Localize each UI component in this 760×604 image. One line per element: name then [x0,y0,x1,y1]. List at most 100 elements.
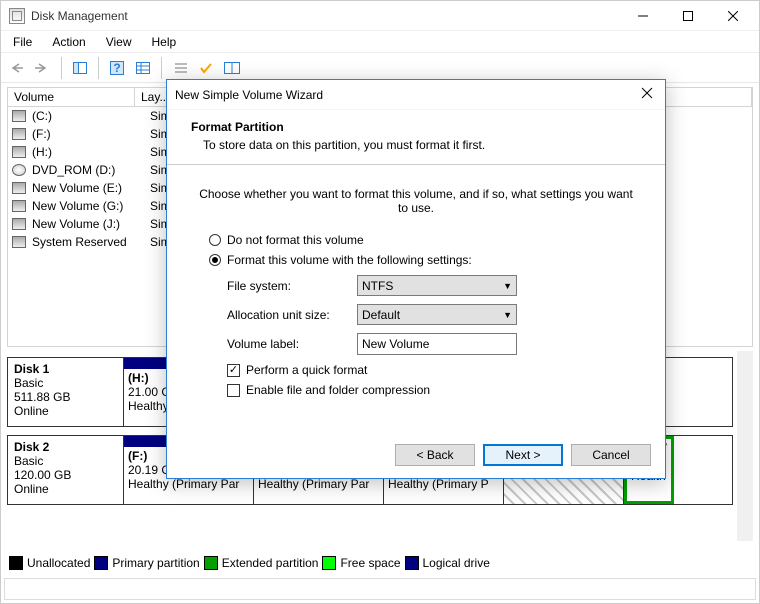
status-bar [4,578,756,600]
legend-swatch [405,556,419,570]
button-label: < Back [416,448,453,462]
drive-icon [12,236,26,248]
volume-name: (F:) [32,127,144,141]
dropdown-value: Default [362,308,400,322]
input-value: New Volume [362,337,429,351]
toolbar-divider [161,57,162,79]
dialog-body: Choose whether you want to format this v… [167,165,665,397]
toolbar-divider [98,57,99,79]
label-allocation: Allocation unit size: [227,308,357,322]
disc-icon [12,164,26,176]
toolbar-divider [61,57,62,79]
volume-name: New Volume (G:) [32,199,144,213]
partition-status: Healthy (Primary P [388,477,499,491]
forward-icon[interactable] [31,56,55,80]
drive-icon [12,182,26,194]
legend-swatch [94,556,108,570]
next-button[interactable]: Next > [483,444,563,466]
menu-action[interactable]: Action [52,35,85,49]
dialog-buttons: < Back Next > Cancel [395,444,651,466]
radio-label: Do not format this volume [227,233,364,247]
radio-icon [209,254,221,266]
volume-name: New Volume (E:) [32,181,144,195]
dropdown-filesystem[interactable]: NTFS ▼ [357,275,517,296]
disk-name: Disk 1 [14,362,117,376]
radio-no-format[interactable]: Do not format this volume [209,233,623,247]
checkbox-icon: ✓ [227,364,240,377]
drive-icon [12,200,26,212]
drive-icon [12,128,26,140]
title-bar: Disk Management [1,1,759,31]
scrollbar[interactable] [737,351,753,541]
disk-info[interactable]: Disk 1Basic511.88 GBOnline [8,358,124,426]
table-icon[interactable] [220,56,244,80]
disk-name: Disk 2 [14,440,117,454]
cancel-button[interactable]: Cancel [571,444,651,466]
checkbox-label: Enable file and folder compression [246,383,430,397]
chevron-down-icon: ▼ [503,281,512,291]
app-icon [9,8,25,24]
label-filesystem: File system: [227,279,357,293]
drive-icon [12,218,26,230]
back-icon[interactable] [5,56,29,80]
partition-status: Healthy (Primary Par [258,477,379,491]
help-icon[interactable]: ? [105,56,129,80]
disk-status: Online [14,482,117,496]
new-volume-wizard-dialog: New Simple Volume Wizard Format Partitio… [166,79,666,479]
disk-type: Basic [14,376,117,390]
dialog-titlebar: New Simple Volume Wizard [167,80,665,110]
disk-size: 511.88 GB [14,390,117,404]
menu-bar: File Action View Help [1,31,759,53]
radio-icon [209,234,221,246]
drive-icon [12,110,26,122]
volume-name: (H:) [32,145,144,159]
dialog-title: New Simple Volume Wizard [175,88,323,102]
disk-management-window: Disk Management File Action View Help ? … [0,0,760,604]
dropdown-value: NTFS [362,279,393,293]
svg-text:?: ? [113,61,120,75]
check-icon[interactable] [194,56,218,80]
radio-format[interactable]: Format this volume with the following se… [209,253,623,267]
legend-swatch [9,556,23,570]
menu-file[interactable]: File [13,35,32,49]
checkbox-compression[interactable]: Enable file and folder compression [227,383,633,397]
button-label: Next > [505,448,540,462]
maximize-button[interactable] [665,2,710,30]
minimize-button[interactable] [620,2,665,30]
legend-label: Logical drive [423,556,490,570]
legend-label: Unallocated [27,556,90,570]
close-icon[interactable] [637,87,657,102]
legend-label: Free space [340,556,400,570]
radio-label: Format this volume with the following se… [227,253,472,267]
label-volume-label: Volume label: [227,337,357,351]
grid-icon[interactable] [131,56,155,80]
menu-help[interactable]: Help [152,35,177,49]
legend-swatch [204,556,218,570]
input-volume-label[interactable]: New Volume [357,333,517,355]
checkbox-label: Perform a quick format [246,363,367,377]
disk-type: Basic [14,454,117,468]
legend-label: Extended partition [222,556,319,570]
volume-name: New Volume (J:) [32,217,144,231]
window-controls [620,2,755,30]
partition-status: Healthy (Primary Par [128,477,249,491]
button-label: Cancel [592,448,629,462]
checkbox-quick-format[interactable]: ✓ Perform a quick format [227,363,633,377]
disk-status: Online [14,404,117,418]
chevron-down-icon: ▼ [503,310,512,320]
dialog-header: Format Partition To store data on this p… [167,110,665,165]
list-icon[interactable] [168,56,192,80]
dropdown-allocation[interactable]: Default ▼ [357,304,517,325]
dialog-description: Choose whether you want to format this v… [199,187,633,215]
close-button[interactable] [710,2,755,30]
disk-info[interactable]: Disk 2Basic120.00 GBOnline [8,436,124,504]
volume-name: DVD_ROM (D:) [32,163,144,177]
volume-name: (C:) [32,109,144,123]
panel-icon[interactable] [68,56,92,80]
window-title: Disk Management [31,9,128,23]
legend-label: Primary partition [112,556,199,570]
dialog-subheading: To store data on this partition, you mus… [185,138,647,152]
column-volume[interactable]: Volume [8,88,135,106]
back-button[interactable]: < Back [395,444,475,466]
menu-view[interactable]: View [106,35,132,49]
